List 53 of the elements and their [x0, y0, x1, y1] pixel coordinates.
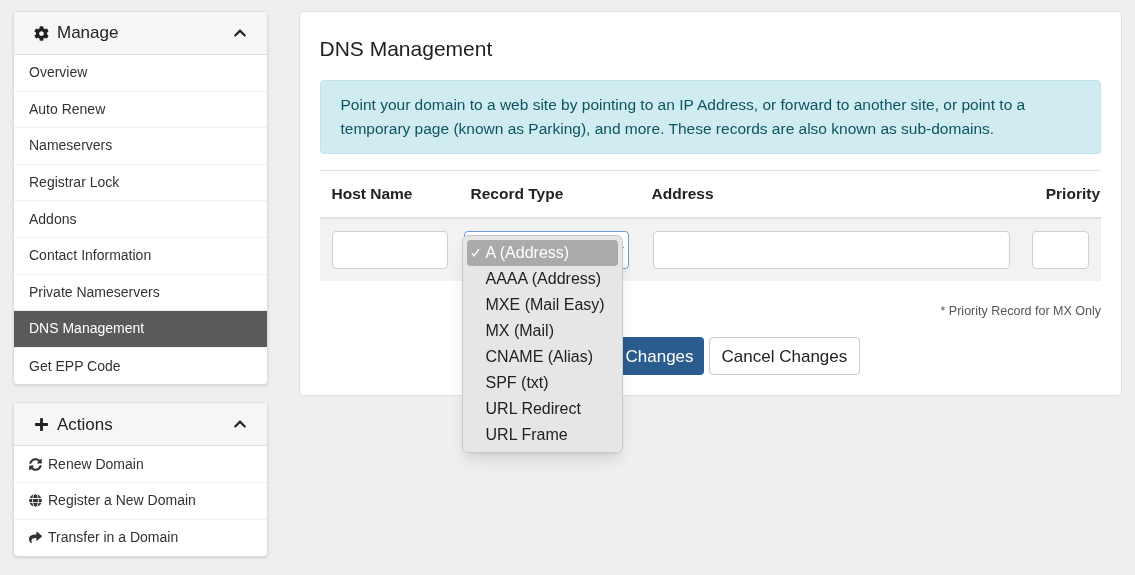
panel-title: Manage	[57, 22, 119, 45]
sidebar-item-label[interactable]: Addons	[29, 208, 77, 230]
dropdown-option[interactable]: URL Redirect	[466, 395, 618, 422]
sidebar-item-label[interactable]: Renew Domain	[48, 453, 144, 475]
sidebar-item[interactable]: Transfer in a Domain	[14, 519, 267, 557]
panel-title: Actions	[57, 413, 113, 436]
sidebar-item[interactable]: Addons	[14, 201, 267, 238]
sidebar-item-label[interactable]: Register a New Domain	[48, 490, 196, 512]
cancel-changes-button[interactable]: Cancel Changes	[708, 337, 861, 376]
plus-icon	[34, 416, 49, 432]
gear-icon	[34, 25, 49, 41]
sidebar-item[interactable]: Contact Information	[14, 237, 267, 275]
priority-note: * Priority Record for MX Only	[940, 302, 1101, 320]
option-label[interactable]: URL Redirect	[485, 396, 581, 421]
column-header: Address	[650, 183, 715, 204]
sidebar-item[interactable]: Registrar Lock	[14, 164, 267, 202]
refresh-icon	[29, 457, 42, 471]
column-header: Record Type	[469, 183, 565, 204]
priority-field[interactable]	[1032, 230, 1089, 269]
sidebar-item[interactable]: Register a New Domain	[14, 482, 267, 520]
option-label[interactable]: AAAA (Address)	[485, 266, 602, 291]
sidebar-item-label[interactable]: Transfer in a Domain	[48, 527, 179, 549]
share-arrow-icon	[29, 531, 42, 545]
sidebar-item[interactable]: Nameservers	[14, 128, 267, 165]
sidebar-item-label[interactable]: Registrar Lock	[29, 172, 120, 194]
sidebar-item[interactable]: DNS Management	[14, 311, 267, 348]
sidebar-item-label[interactable]: Nameservers	[29, 135, 113, 157]
sidebar-item-label[interactable]: Get EPP Code	[29, 355, 121, 377]
sidebar-item-label[interactable]: Overview	[29, 62, 88, 84]
info-alert: Point your domain to a web site by pointing to an IP Address, or forward to another site, or point to a temporary page (known as Parking), and more. These records are also known as sub-domains.	[319, 79, 1101, 154]
sidebar-item-label[interactable]: Auto Renew	[29, 98, 106, 120]
option-label[interactable]: URL Frame	[485, 422, 568, 447]
option-label[interactable]: MX (Mail)	[485, 318, 554, 343]
option-label[interactable]: CNAME (Alias)	[485, 344, 594, 369]
sidebar-item[interactable]: Get EPP Code	[14, 347, 267, 385]
host-name-field[interactable]	[331, 230, 448, 269]
sidebar-item[interactable]: Renew Domain	[14, 446, 267, 483]
sidebar-item[interactable]: Auto Renew	[14, 91, 267, 129]
option-label[interactable]: SPF (txt)	[485, 370, 549, 395]
dropdown-option[interactable]: URL Frame	[466, 421, 618, 448]
checkmark-icon	[470, 248, 480, 257]
dropdown-option[interactable]: AAAA (Address)	[466, 265, 618, 292]
column-header: Priority	[1045, 183, 1101, 204]
globe-icon	[29, 494, 42, 508]
page-title: DNS Management	[319, 36, 494, 62]
sidebar-item[interactable]: Overview	[14, 55, 267, 92]
sidebar-item-label[interactable]: Private Nameservers	[29, 281, 160, 303]
option-label[interactable]: MXE (Mail Easy)	[485, 292, 605, 317]
dropdown-option[interactable]: MXE (Mail Easy)	[466, 291, 618, 318]
sidebar-item-label[interactable]: Contact Information	[29, 245, 152, 267]
address-field[interactable]	[652, 230, 1010, 269]
column-header: Host Name	[330, 183, 414, 204]
sidebar-item-label[interactable]: DNS Management	[29, 318, 145, 340]
